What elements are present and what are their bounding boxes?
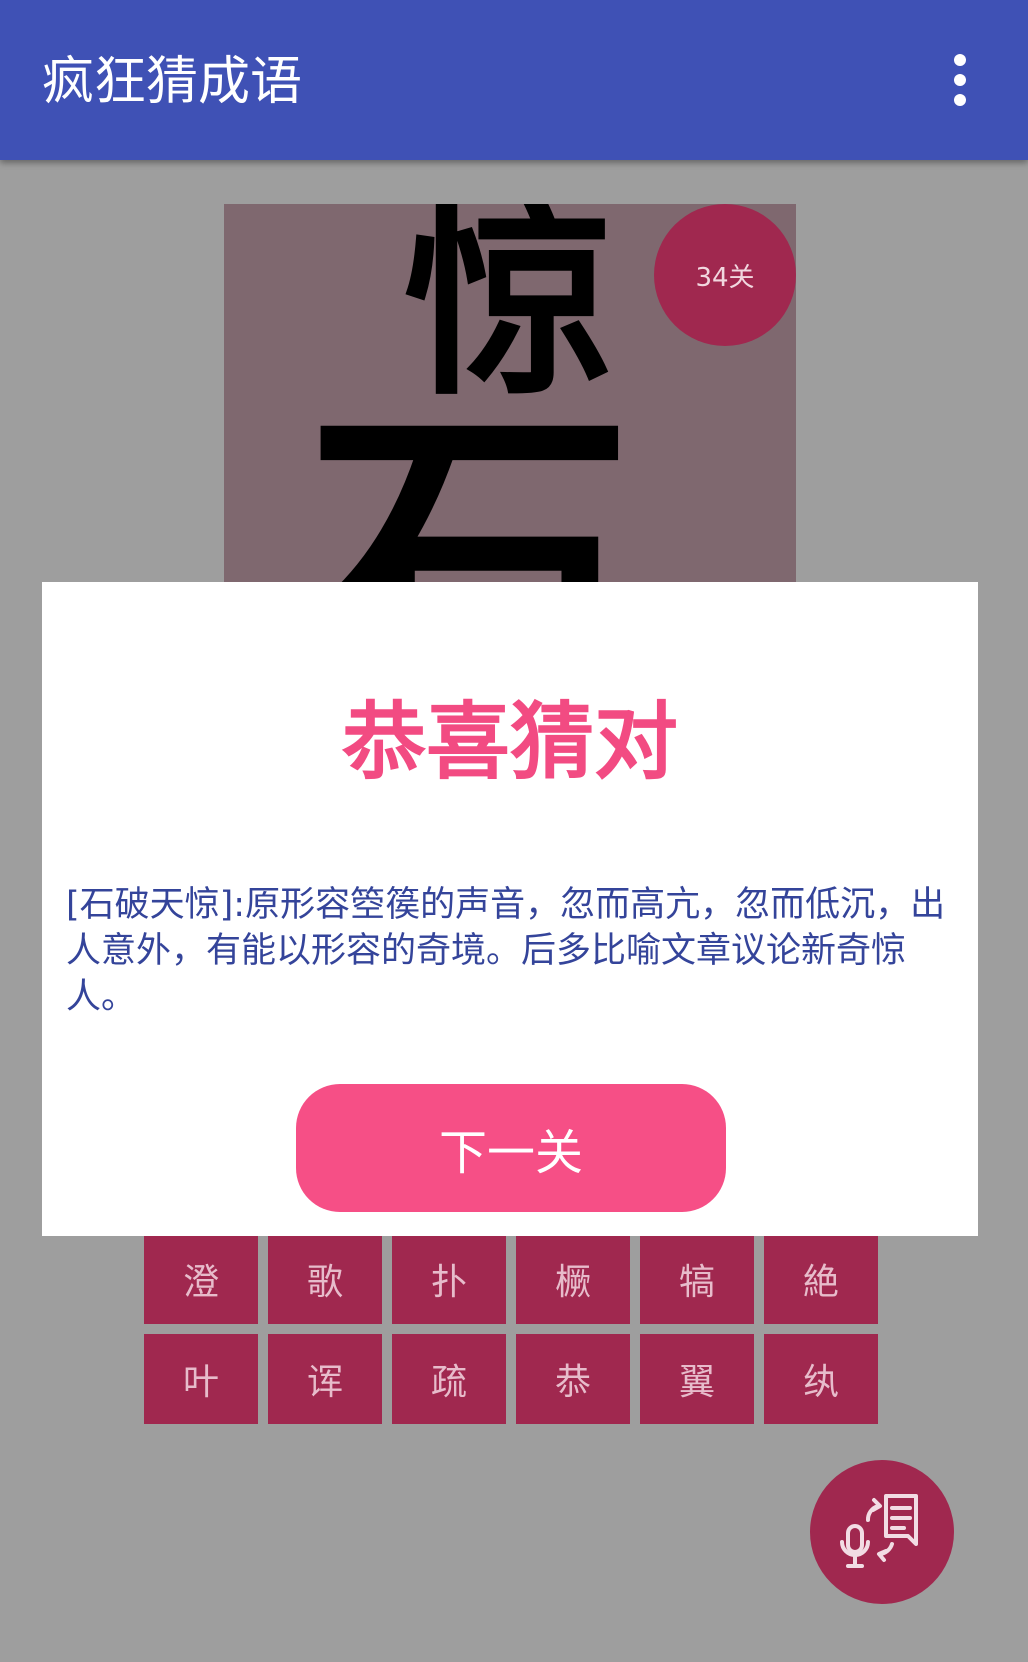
dialog-heading: 恭喜猜对 (341, 693, 678, 791)
char-tile[interactable]: 橛 (516, 1234, 630, 1324)
app-title: 疯狂猜成语 (42, 52, 303, 112)
puzzle-char-2: 石 (304, 377, 634, 594)
char-tile[interactable]: 澄 (144, 1234, 258, 1324)
char-grid: 澄 歌 扑 橛 犒 絶 叶 诨 疏 恭 翼 纨 (144, 1234, 878, 1424)
voice-to-text-icon (840, 1494, 918, 1568)
char-tile[interactable]: 诨 (268, 1334, 382, 1424)
char-tile[interactable]: 歌 (268, 1234, 382, 1324)
more-vert-icon[interactable] (940, 50, 980, 110)
next-level-button[interactable]: 下一关 (296, 1084, 726, 1212)
char-tile[interactable]: 疏 (392, 1334, 506, 1424)
char-tile[interactable]: 犒 (640, 1234, 754, 1324)
app-bar: 疯狂猜成语 (0, 0, 1028, 160)
idiom-explanation: [石破天惊]:原形容箜篌的声音，忽而高亢，忽而低沉，出人意外，有能以形容的奇境。… (66, 885, 946, 1017)
char-tile[interactable]: 叶 (144, 1334, 258, 1424)
char-tile[interactable]: 絶 (764, 1234, 878, 1324)
char-tile[interactable]: 恭 (516, 1334, 630, 1424)
level-badge: 34关 (654, 204, 796, 346)
success-dialog: 恭喜猜对 [石破天惊]:原形容箜篌的声音，忽而高亢，忽而低沉，出人意外，有能以形… (42, 582, 978, 1236)
char-tile[interactable]: 纨 (764, 1334, 878, 1424)
char-tile[interactable]: 翼 (640, 1334, 754, 1424)
voice-to-text-button[interactable] (810, 1460, 954, 1604)
char-tile[interactable]: 扑 (392, 1234, 506, 1324)
